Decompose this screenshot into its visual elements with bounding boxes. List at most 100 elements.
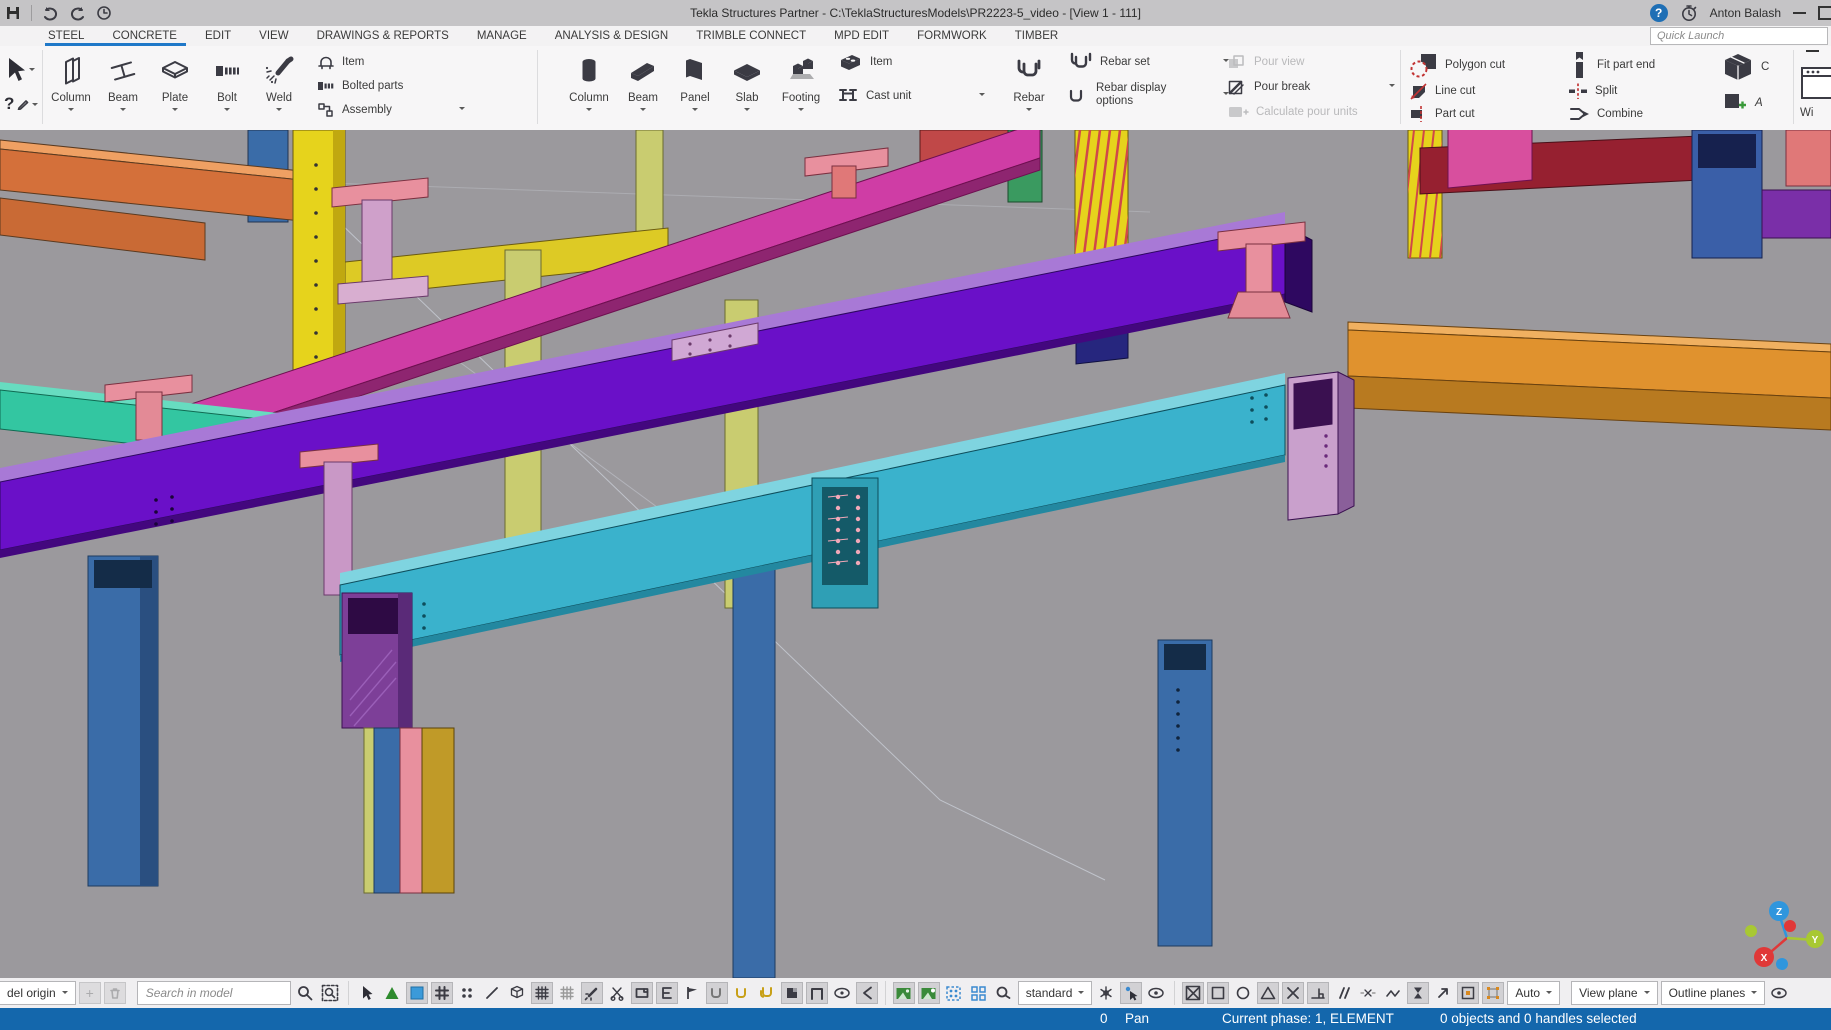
viewport-3d-model[interactable]: Z X Y xyxy=(0,130,1831,978)
quick-launch-input[interactable] xyxy=(1651,28,1827,44)
help-icon[interactable]: ? xyxy=(1650,4,1668,22)
footing-button[interactable]: Footing xyxy=(775,50,827,114)
select-objects-in-components-icon[interactable] xyxy=(831,982,853,1004)
history-icon[interactable] xyxy=(96,5,112,21)
pour-break-button[interactable]: Pour break xyxy=(1227,77,1395,97)
select-polyline-icon[interactable] xyxy=(856,982,878,1004)
rebar-display-options-button[interactable]: Rebar display options xyxy=(1067,80,1229,110)
tab-drawings-reports[interactable]: DRAWINGS & REPORTS xyxy=(303,26,463,46)
planes-visibility-icon[interactable] xyxy=(1768,982,1790,1004)
model-search-input[interactable] xyxy=(138,982,290,1004)
cyan-stirrup-box[interactable] xyxy=(812,478,878,608)
select-rebar-gray-icon[interactable] xyxy=(706,982,728,1004)
cast-unit-button[interactable]: Cast unit xyxy=(837,86,985,106)
select-grid-light-icon[interactable] xyxy=(556,982,578,1004)
plate-button[interactable]: Plate xyxy=(149,50,201,114)
chamfer-button[interactable]: C xyxy=(1722,52,1792,82)
snap-circle-icon[interactable] xyxy=(1232,982,1254,1004)
snap-center-icon[interactable] xyxy=(1207,982,1229,1004)
search-icon[interactable] xyxy=(294,982,316,1004)
drag-and-drop-handles-icon[interactable] xyxy=(918,982,940,1004)
snap-line-icon[interactable] xyxy=(1432,982,1454,1004)
select-rebar-icon[interactable] xyxy=(731,982,753,1004)
snap-extension-icon[interactable] xyxy=(1357,982,1379,1004)
select-parts-icon[interactable] xyxy=(381,982,403,1004)
snap-points-icon[interactable] xyxy=(1407,982,1429,1004)
rebar-button[interactable]: Rebar xyxy=(1003,50,1055,114)
select-pointer-icon[interactable] xyxy=(356,982,378,1004)
select-area-icon[interactable] xyxy=(406,982,428,1004)
lavender-box-column[interactable] xyxy=(1288,372,1354,520)
panel-button[interactable]: Panel xyxy=(669,50,721,114)
bolt-button[interactable]: Bolt xyxy=(201,50,253,114)
snap-reference-icon[interactable] xyxy=(968,982,990,1004)
snap-override-icon[interactable] xyxy=(1095,982,1117,1004)
select-views-icon[interactable] xyxy=(631,982,653,1004)
minimize-icon[interactable] xyxy=(1793,12,1806,14)
undo-icon[interactable] xyxy=(42,5,59,21)
line-cut-button[interactable]: Line cut xyxy=(1408,81,1548,101)
select-profile-icon[interactable] xyxy=(656,982,678,1004)
tab-edit[interactable]: EDIT xyxy=(191,26,245,46)
select-welds-icon[interactable] xyxy=(581,982,603,1004)
tab-manage[interactable]: MANAGE xyxy=(463,26,541,46)
select-surface-icon[interactable] xyxy=(781,982,803,1004)
snap-intersection-icon[interactable] xyxy=(1282,982,1304,1004)
window-button[interactable]: Wi xyxy=(1800,64,1831,119)
assembly-button[interactable]: Assembly xyxy=(317,100,465,120)
concrete-item-button[interactable]: Item xyxy=(837,52,985,72)
snap-endpoint-icon[interactable] xyxy=(1182,982,1204,1004)
snap-settings-dropdown[interactable]: standard xyxy=(1018,981,1093,1005)
rebar-set-button[interactable]: Rebar set xyxy=(1067,52,1229,72)
save-icon[interactable] xyxy=(6,6,21,21)
tab-mpd-edit[interactable]: MPD EDIT xyxy=(820,26,903,46)
fit-part-end-button[interactable]: Fit part end xyxy=(1568,52,1698,78)
bolted-parts-button[interactable]: Bolted parts xyxy=(317,76,465,96)
redo-icon[interactable] xyxy=(69,5,86,21)
snap-parallel-icon[interactable] xyxy=(1332,982,1354,1004)
outline-planes-dropdown[interactable]: Outline planes xyxy=(1661,981,1766,1005)
concrete-column-button[interactable]: Column xyxy=(563,50,615,114)
steel-column-button[interactable]: Column xyxy=(45,50,97,114)
model-search-box[interactable] xyxy=(137,981,291,1005)
select-cuts-icon[interactable] xyxy=(606,982,628,1004)
select-points-icon[interactable] xyxy=(456,982,478,1004)
context-help-button[interactable]: ? xyxy=(4,94,38,114)
concrete-beam-button[interactable]: Beam xyxy=(617,50,669,114)
user-name[interactable]: Anton Balash xyxy=(1710,6,1781,20)
select-surface-grid-icon[interactable] xyxy=(531,982,553,1004)
steel-beam-button[interactable]: Beam xyxy=(97,50,149,114)
origin-dropdown[interactable]: del origin xyxy=(0,981,76,1005)
weld-button[interactable]: Weld xyxy=(253,50,305,114)
snap-nearest-icon[interactable] xyxy=(1382,982,1404,1004)
tab-trimble-connect[interactable]: TRIMBLE CONNECT xyxy=(682,26,820,46)
tab-view[interactable]: VIEW xyxy=(245,26,302,46)
blue-column-left[interactable] xyxy=(88,556,158,886)
snap-depth-dropdown[interactable]: Auto xyxy=(1507,981,1560,1005)
select-line-icon[interactable] xyxy=(481,982,503,1004)
select-part-icon[interactable] xyxy=(506,982,528,1004)
combine-button[interactable]: Combine xyxy=(1568,104,1698,124)
snap-handles-icon[interactable] xyxy=(1482,982,1504,1004)
select-component-icon[interactable] xyxy=(806,982,828,1004)
snap-reference-points-icon[interactable] xyxy=(1457,982,1479,1004)
snap-midpoint-icon[interactable] xyxy=(1257,982,1279,1004)
collapse-ribbon-icon[interactable] xyxy=(1806,50,1819,52)
trimble-account-icon[interactable] xyxy=(1680,4,1698,22)
blue-column-center[interactable] xyxy=(733,560,775,978)
tab-formwork[interactable]: FORMWORK xyxy=(903,26,1001,46)
smart-select-icon[interactable] xyxy=(1120,982,1142,1004)
select-grid-plane-icon[interactable] xyxy=(681,982,703,1004)
snap-free-icon[interactable] xyxy=(993,982,1015,1004)
split-button[interactable]: Split xyxy=(1568,81,1698,101)
slab-button[interactable]: Slab xyxy=(721,50,773,114)
quick-launch-box[interactable] xyxy=(1650,27,1828,45)
blue-column-right[interactable] xyxy=(1158,640,1212,946)
add-button[interactable]: A xyxy=(1722,90,1792,116)
part-cut-button[interactable]: Part cut xyxy=(1408,104,1548,124)
tab-analysis-design[interactable]: ANALYSIS & DESIGN xyxy=(541,26,683,46)
restore-window-icon[interactable] xyxy=(1818,6,1831,20)
snap-grid-icon[interactable] xyxy=(943,982,965,1004)
steel-item-button[interactable]: Item xyxy=(317,52,465,72)
snap-perpendicular-icon[interactable] xyxy=(1307,982,1329,1004)
